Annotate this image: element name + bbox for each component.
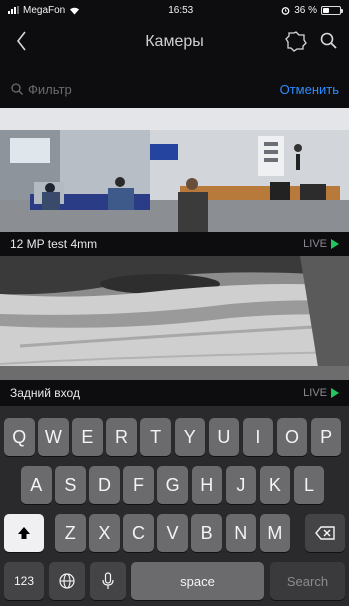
nav-bar: Камеры — [0, 20, 349, 64]
globe-icon[interactable] — [49, 562, 85, 600]
key-m[interactable]: M — [259, 514, 291, 552]
key-v[interactable]: V — [157, 514, 188, 552]
search-button[interactable]: Search — [270, 562, 345, 600]
play-icon — [331, 239, 339, 249]
key-d[interactable]: D — [89, 466, 120, 504]
live-indicator[interactable]: LIVE — [303, 387, 339, 399]
keyboard-row: ZXCVBNM — [0, 514, 349, 552]
keyboard: QWERTYUIOP ASDFGHJKL ZXCVBNM 123 space S… — [0, 406, 349, 606]
wifi-icon — [70, 7, 80, 14]
keyboard-row: 123 space Search — [0, 562, 349, 600]
search-icon — [11, 83, 23, 95]
key-g[interactable]: G — [157, 466, 188, 504]
live-indicator[interactable]: LIVE — [303, 238, 339, 250]
key-w[interactable]: W — [38, 418, 69, 456]
key-o[interactable]: O — [276, 418, 308, 456]
camera-card[interactable]: Задний вход LIVE — [0, 256, 349, 406]
key-k[interactable]: K — [259, 466, 291, 504]
live-label: LIVE — [303, 387, 327, 399]
key-u[interactable]: U — [208, 418, 240, 456]
key-c[interactable]: C — [123, 514, 154, 552]
space-key[interactable]: space — [131, 562, 264, 600]
key-e[interactable]: E — [72, 418, 103, 456]
carrier-label: MegaFon — [23, 4, 66, 16]
status-left: MegaFon — [8, 5, 80, 16]
camera-preview-image[interactable] — [0, 108, 349, 232]
microphone-icon[interactable] — [90, 562, 126, 600]
key-j[interactable]: J — [225, 466, 257, 504]
status-time: 16:53 — [168, 4, 194, 16]
status-bar: MegaFon 16:53 36 % — [0, 0, 349, 20]
numbers-key[interactable]: 123 — [4, 562, 44, 600]
key-i[interactable]: I — [242, 418, 274, 456]
filter-input[interactable]: Фильтр — [28, 82, 280, 97]
key-a[interactable]: A — [21, 466, 52, 504]
key-b[interactable]: B — [191, 514, 222, 552]
status-right: 36 % — [281, 4, 343, 16]
camera-name: 12 MP test 4mm — [10, 237, 98, 251]
key-n[interactable]: N — [225, 514, 256, 552]
camera-group-icon[interactable] — [285, 30, 307, 52]
keyboard-row: ASDFGHJKL — [0, 466, 349, 504]
key-f[interactable]: F — [123, 466, 154, 504]
camera-card[interactable]: 12 MP test 4mm LIVE — [0, 108, 349, 256]
page-title: Камеры — [145, 33, 204, 50]
key-q[interactable]: Q — [4, 418, 35, 456]
search-icon[interactable] — [319, 31, 339, 51]
camera-preview-image[interactable] — [0, 256, 349, 380]
key-s[interactable]: S — [55, 466, 86, 504]
chevron-left-icon[interactable] — [12, 28, 34, 54]
key-z[interactable]: Z — [55, 514, 86, 552]
camera-info-bar: Задний вход LIVE — [0, 380, 349, 406]
battery-icon — [320, 5, 343, 15]
signal-icon — [8, 6, 19, 14]
battery-percent: 36 % — [294, 4, 317, 16]
key-p[interactable]: P — [310, 418, 342, 456]
shift-icon[interactable] — [4, 514, 44, 552]
key-h[interactable]: H — [191, 466, 222, 504]
filter-bar: Фильтр Отменить — [0, 76, 349, 102]
cancel-button[interactable]: Отменить — [280, 82, 339, 97]
alarm-icon — [281, 6, 290, 15]
backspace-icon[interactable] — [305, 514, 345, 552]
key-r[interactable]: R — [106, 418, 137, 456]
camera-name: Задний вход — [10, 386, 80, 400]
key-t[interactable]: T — [140, 418, 171, 456]
key-x[interactable]: X — [89, 514, 120, 552]
key-l[interactable]: L — [293, 466, 325, 504]
keyboard-row: QWERTYUIOP — [0, 418, 349, 456]
key-y[interactable]: Y — [174, 418, 205, 456]
play-icon — [331, 388, 339, 398]
live-label: LIVE — [303, 238, 327, 250]
camera-info-bar: 12 MP test 4mm LIVE — [0, 232, 349, 256]
